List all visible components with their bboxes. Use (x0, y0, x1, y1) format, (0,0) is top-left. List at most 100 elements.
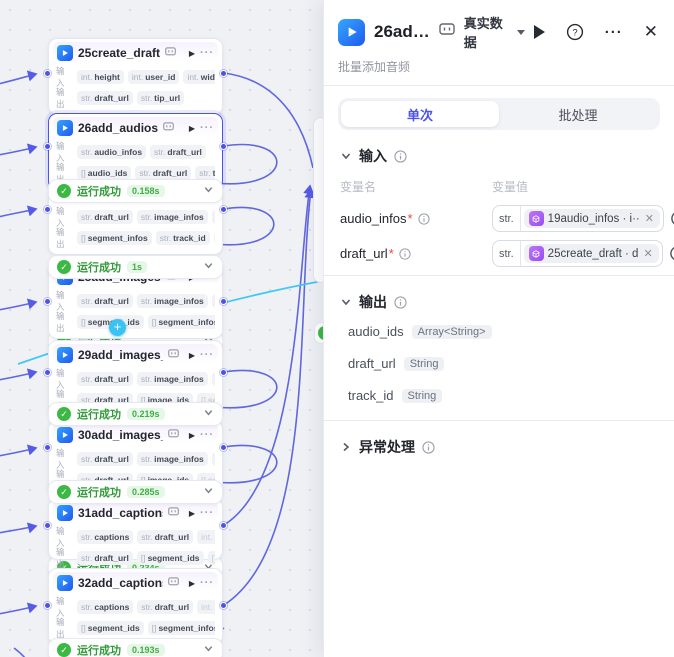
input-section-header[interactable]: 输入 (340, 146, 658, 166)
input-port[interactable] (44, 521, 51, 529)
input-port[interactable] (44, 368, 51, 376)
info-icon[interactable] (394, 149, 407, 163)
comment-icon[interactable] (165, 44, 176, 62)
info-icon[interactable] (422, 440, 435, 454)
tab-single[interactable]: 单次 (341, 101, 499, 127)
variable-tag: №alpha (211, 293, 215, 308)
node-31add_captions[interactable]: 31add_captions ▶ ··· 输入 str. captions str. draf… (48, 498, 223, 568)
input-port[interactable] (44, 601, 51, 609)
node-more-icon[interactable]: ··· (200, 349, 214, 361)
node-header: 26add_audios ▶ ··· (53, 117, 218, 139)
help-icon[interactable]: ? (566, 23, 584, 41)
chevron-down-icon[interactable] (203, 182, 214, 200)
info-icon[interactable] (394, 295, 407, 309)
comment-icon[interactable] (167, 504, 179, 522)
chevron-down-icon[interactable] (203, 483, 214, 501)
node-io-row: 输出[]segment_ids[]segment_infos[]tex⋯ (56, 617, 215, 638)
node-title: 32add_captions_en (78, 576, 163, 590)
node-more-icon[interactable]: ··· (200, 429, 214, 441)
data-mode-dropdown[interactable]: 真实数据 (464, 13, 525, 51)
run-node-button[interactable]: ▶ (189, 431, 195, 440)
node-io-row: 输入str.draft_urlstr.image_infos№alpha⋯ (56, 290, 215, 311)
node-32add_captions_en[interactable]: 32add_captions_en ▶ ··· 输入str.captionsstr.d… (48, 568, 223, 645)
info-icon[interactable] (399, 247, 411, 260)
variable-name: audio_infos (340, 211, 413, 226)
run-result-card[interactable]: ✓ 运行成功 1s (48, 255, 223, 279)
workflow-editor: 25create_draft ▶ ··· 输入 int. height int. user_i… (0, 0, 674, 657)
output-port[interactable] (219, 368, 227, 376)
variable-tag: str.draft_url (77, 90, 133, 105)
exception-section-header[interactable]: 异常处理 (340, 437, 658, 457)
chevron-down-icon[interactable] (203, 641, 214, 657)
run-node-button[interactable]: ▶ (189, 124, 195, 133)
input-port[interactable] (44, 297, 51, 305)
variable-tag: №alpha (211, 371, 215, 386)
remove-reference-icon[interactable]: ✕ (644, 212, 655, 225)
input-port[interactable] (44, 142, 51, 150)
run-node-button[interactable]: ▶ (189, 351, 195, 360)
run-node-button[interactable]: ▶ (189, 579, 195, 588)
reference-chip[interactable]: 25create_draft · d ✕ (523, 244, 659, 263)
node-title: 29add_images_3 (78, 348, 163, 362)
type-label: str. (493, 241, 521, 266)
run-result-card[interactable]: ✓ 运行成功 0.219s (48, 402, 223, 426)
panel-title: 26ad… (374, 22, 430, 41)
node-io-row: 输入 str. audio_infos str. draft_url (56, 141, 215, 162)
chevron-down-icon (341, 153, 351, 160)
output-section-header[interactable]: 输出 (340, 292, 658, 312)
input-row-draft-url: draft_url str. 25create_draft · d ✕ (340, 240, 674, 267)
output-section: 输出 audio_ids Array<String> draft_url Str… (324, 292, 674, 403)
locate-node-icon[interactable] (670, 210, 674, 227)
output-port[interactable] (219, 521, 227, 529)
output-port[interactable] (219, 297, 227, 305)
input-row-audio-infos: audio_infos str. 19audio_infos · i·· ✕ (340, 205, 674, 232)
variable-tag: int.width (183, 69, 215, 84)
output-port[interactable] (219, 443, 227, 451)
close-icon[interactable]: ✕ (644, 22, 658, 42)
chevron-down-icon[interactable] (203, 258, 214, 276)
input-port[interactable] (44, 205, 51, 213)
reference-chip[interactable]: 19audio_infos · i·· ✕ (523, 209, 660, 228)
success-check-icon: ✓ (57, 643, 71, 657)
run-node-button[interactable]: ▶ (189, 509, 195, 518)
panel-subtitle: 批量添加音频 (338, 60, 411, 74)
output-port[interactable] (219, 69, 227, 77)
run-button[interactable] (533, 25, 545, 39)
run-result-card[interactable]: ✓ 运行成功 0.193s (48, 638, 223, 657)
variable-tag: [] segment_infos (147, 620, 215, 635)
output-port[interactable] (219, 205, 227, 213)
output-port[interactable] (219, 601, 227, 609)
remove-reference-icon[interactable]: ✕ (642, 247, 653, 260)
more-options-icon[interactable]: ··· (605, 24, 623, 41)
input-port[interactable] (44, 443, 51, 451)
locate-node-icon[interactable] (669, 245, 674, 262)
node-io-row: 输出[]segment_infosstr.track_idstr.draft_u… (56, 227, 215, 248)
comment-icon[interactable] (163, 119, 174, 137)
node-more-icon[interactable]: ··· (200, 47, 214, 59)
node-io-row: 输入str.draft_urlstr.image_infos№alpha⋯ (56, 368, 215, 389)
variable-tag: []segment_ids (77, 620, 144, 635)
run-result-card[interactable]: ✓ 运行成功 0.158s (48, 179, 223, 203)
comment-icon[interactable] (167, 574, 179, 592)
input-port[interactable] (44, 69, 51, 77)
variable-tag: int.alignment (197, 529, 215, 544)
comment-icon[interactable] (167, 426, 179, 444)
node-more-icon[interactable]: ··· (200, 122, 214, 134)
value-pill[interactable]: str. 19audio_infos · i·· ✕ (492, 205, 664, 232)
run-result-card[interactable]: ✓ 运行成功 0.285s (48, 480, 223, 504)
success-check-icon: ✓ (57, 485, 71, 499)
variable-tag: str. captions (77, 599, 134, 614)
node-more-icon[interactable]: ··· (200, 577, 214, 589)
chevron-down-icon[interactable] (203, 405, 214, 423)
comment-icon[interactable] (439, 22, 455, 42)
node-25create_draft[interactable]: 25create_draft ▶ ··· 输入 int. height int. user_i… (48, 38, 223, 115)
node-more-icon[interactable]: ··· (200, 507, 214, 519)
tab-batch[interactable]: 批处理 (499, 101, 657, 127)
variable-name: draft_url (340, 246, 394, 261)
value-pill[interactable]: str. 25create_draft · d ✕ (492, 240, 663, 267)
output-port[interactable] (219, 142, 227, 150)
comment-icon[interactable] (167, 346, 179, 364)
add-node-on-edge-button[interactable]: + (109, 319, 126, 336)
run-node-button[interactable]: ▶ (189, 49, 195, 58)
info-icon[interactable] (417, 212, 430, 225)
